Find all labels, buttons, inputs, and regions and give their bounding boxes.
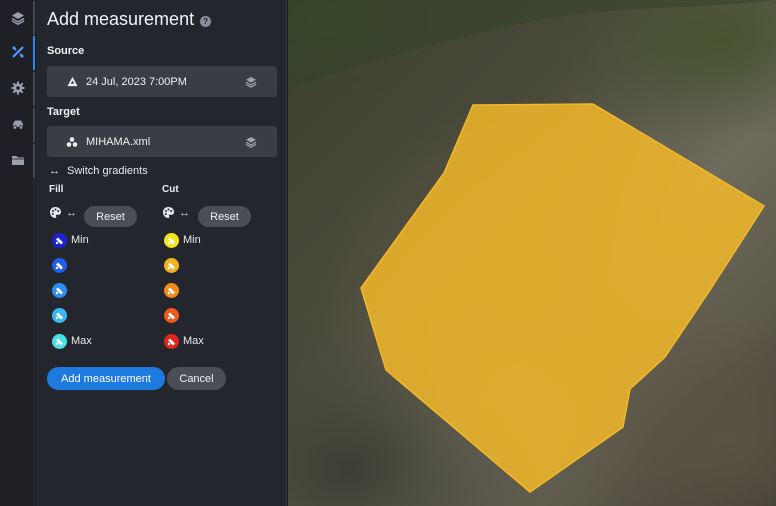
- fill-controls: ↔: [49, 206, 77, 219]
- palette-icon[interactable]: [162, 206, 175, 219]
- rail-active-indicator: [33, 36, 35, 70]
- add-measurement-panel: Add measurement ? Source 24 Jul, 2023 7:…: [36, 0, 287, 506]
- paint-bucket-icon: [55, 338, 63, 346]
- help-icon[interactable]: ?: [200, 15, 212, 27]
- swatch-label: Min: [71, 234, 89, 246]
- add-measurement-button[interactable]: Add measurement: [47, 367, 165, 390]
- color-swatch[interactable]: [52, 258, 67, 273]
- measure-tools-icon[interactable]: [0, 34, 35, 70]
- panel-title: Add measurement ?: [47, 9, 212, 30]
- viewport-canvas: [288, 0, 776, 493]
- panel-title-text: Add measurement: [47, 9, 195, 29]
- swatch-label: Max: [71, 335, 92, 347]
- color-swatch[interactable]: [52, 233, 67, 248]
- target-value: MIHAMA.xml: [86, 135, 151, 148]
- fill-label: Fill: [49, 184, 64, 195]
- source-value: 24 Jul, 2023 7:00PM: [86, 75, 187, 88]
- cut-label: Cut: [162, 184, 179, 195]
- switch-gradients-label: Switch gradients: [67, 165, 148, 177]
- rail-separator: [33, 72, 35, 106]
- paint-bucket-icon: [55, 287, 63, 295]
- icon-rail: [0, 0, 35, 506]
- rail-separator: [33, 144, 35, 178]
- layers-icon: [245, 136, 257, 148]
- swatch-label: Max: [183, 335, 204, 347]
- target-select[interactable]: MIHAMA.xml: [47, 126, 277, 157]
- rail-separator: [33, 1, 35, 35]
- paint-bucket-icon: [167, 262, 175, 270]
- palette-icon[interactable]: [49, 206, 62, 219]
- folder-icon[interactable]: [0, 142, 35, 178]
- layers-icon: [245, 76, 257, 88]
- cancel-button[interactable]: Cancel: [167, 367, 226, 390]
- color-swatch[interactable]: [164, 258, 179, 273]
- swatch-label: Min: [183, 234, 201, 246]
- color-swatch[interactable]: [164, 308, 179, 323]
- color-swatch[interactable]: [52, 283, 67, 298]
- color-swatch[interactable]: [164, 283, 179, 298]
- paint-bucket-icon: [167, 338, 175, 346]
- source-label: Source: [47, 45, 85, 57]
- paint-bucket-icon: [167, 237, 175, 245]
- paint-bucket-icon: [55, 312, 63, 320]
- vehicle-icon[interactable]: [0, 106, 35, 142]
- swap-horizontal-icon[interactable]: ↔: [66, 207, 77, 219]
- map-viewport[interactable]: [288, 0, 776, 506]
- source-select[interactable]: 24 Jul, 2023 7:00PM: [47, 66, 277, 97]
- paint-bucket-icon: [167, 287, 175, 295]
- group-icon: [66, 136, 78, 148]
- target-label: Target: [47, 106, 80, 118]
- rail-separator: [33, 108, 35, 142]
- paint-bucket-icon: [167, 312, 175, 320]
- swap-horizontal-icon[interactable]: ↔: [179, 207, 190, 219]
- paint-bucket-icon: [55, 237, 63, 245]
- layers-icon[interactable]: [0, 0, 35, 36]
- terrain-icon: [66, 76, 78, 88]
- cut-controls: ↔: [162, 206, 190, 219]
- gear-icon[interactable]: [0, 70, 35, 106]
- paint-bucket-icon: [55, 262, 63, 270]
- color-swatch[interactable]: [164, 334, 179, 349]
- color-swatch[interactable]: [52, 308, 67, 323]
- color-swatch[interactable]: [52, 334, 67, 349]
- terrain-ridge: [288, 0, 776, 90]
- cut-reset-button[interactable]: Reset: [198, 206, 251, 227]
- color-swatch[interactable]: [164, 233, 179, 248]
- swap-horizontal-icon: ↔: [49, 165, 60, 177]
- switch-gradients-button[interactable]: ↔ Switch gradients: [49, 165, 148, 177]
- fill-reset-button[interactable]: Reset: [84, 206, 137, 227]
